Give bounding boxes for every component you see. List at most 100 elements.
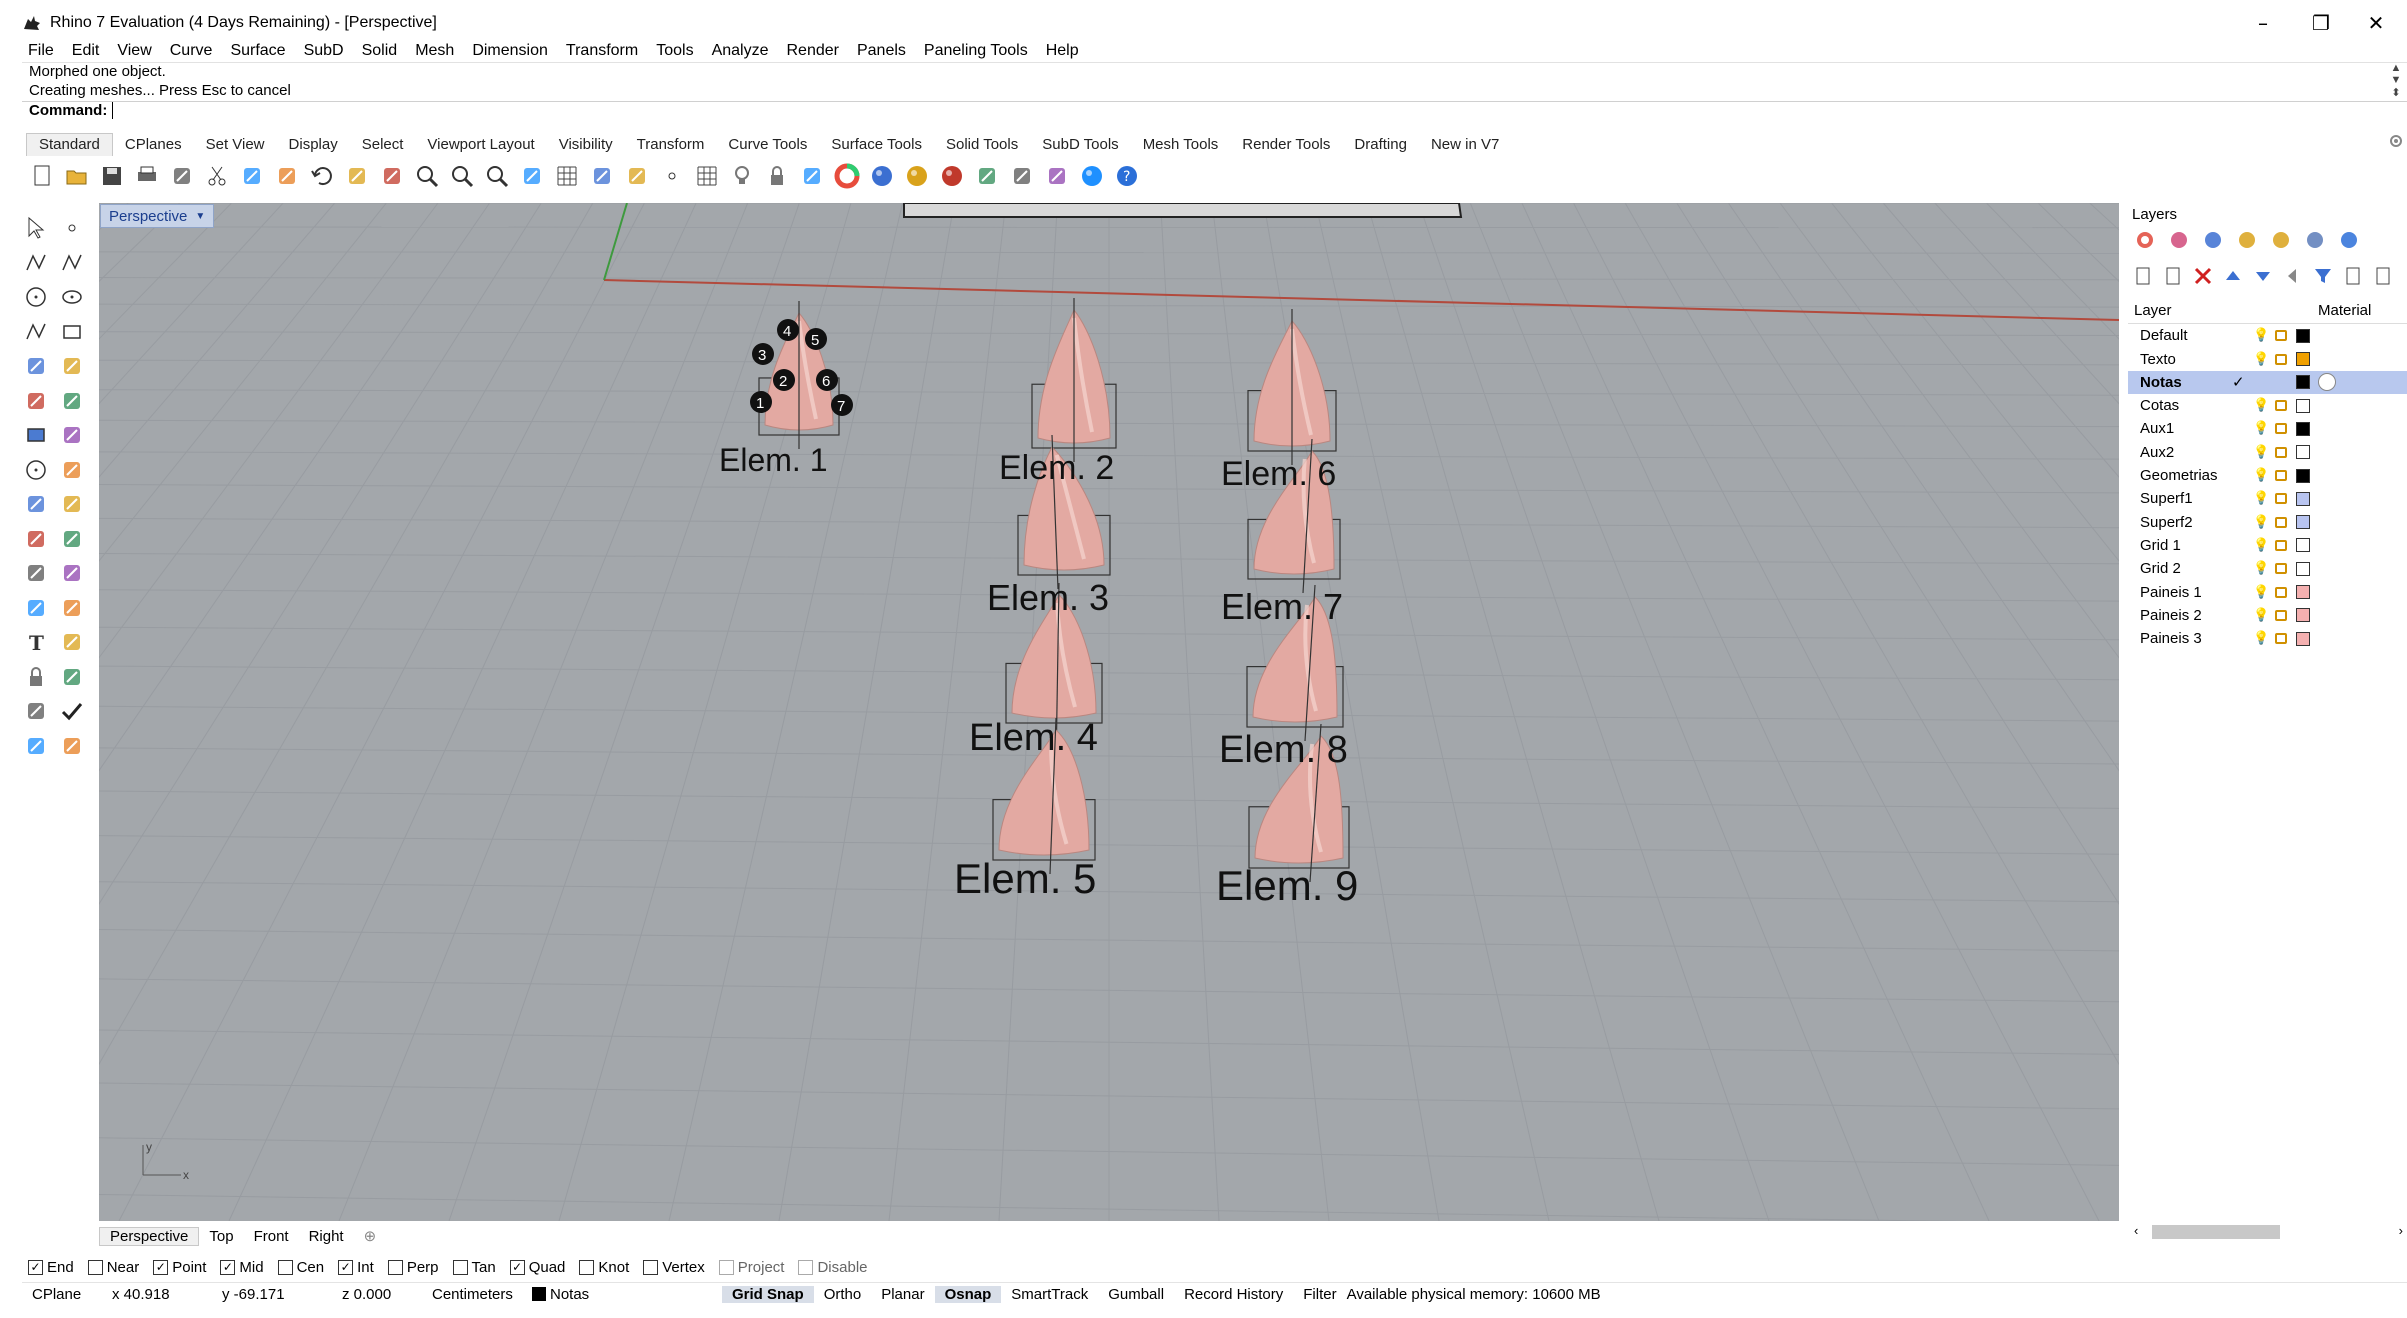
libraries-tab-icon[interactable] (2266, 227, 2296, 253)
save-icon[interactable] (96, 160, 128, 192)
visibility-bulb-icon[interactable]: 💡 (2253, 421, 2269, 436)
layer-row-geometrias[interactable]: Geometrias 💡 (2128, 464, 2407, 488)
visibility-bulb-icon[interactable]: 💡 (2253, 491, 2269, 506)
visibility-bulb-icon[interactable]: 💡 (2253, 468, 2269, 483)
check-icon[interactable] (56, 695, 88, 727)
explode-icon[interactable] (56, 523, 88, 555)
lock-icon[interactable] (2275, 563, 2287, 575)
curve-icon[interactable] (56, 247, 88, 279)
viewport-tab-right[interactable]: Right (299, 1228, 354, 1245)
checkbox[interactable] (87, 1259, 103, 1275)
tools-icon[interactable] (2370, 263, 2396, 289)
menu-file[interactable]: File (28, 42, 54, 60)
cut-icon[interactable] (201, 160, 233, 192)
menu-tools[interactable]: Tools (656, 42, 693, 60)
material-column-label[interactable]: Material (2318, 302, 2371, 319)
menu-view[interactable]: View (117, 42, 151, 60)
tab-surface-tools[interactable]: Surface Tools (819, 134, 934, 156)
layer-row-grid-2[interactable]: Grid 2 💡 (2128, 557, 2407, 581)
layer-color-swatch[interactable] (2296, 515, 2310, 530)
menu-curve[interactable]: Curve (170, 42, 213, 60)
filter-icon[interactable] (2310, 263, 2336, 289)
visibility-bulb-icon[interactable]: 💡 (2253, 328, 2269, 343)
scroll-left-icon[interactable]: ‹ (2134, 1223, 2138, 1238)
checkbox[interactable] (579, 1259, 595, 1275)
visibility-bulb-icon[interactable]: 💡 (2253, 445, 2269, 460)
edge-icon[interactable] (56, 385, 88, 417)
layer-row-aux1[interactable]: Aux1 💡 (2128, 417, 2407, 441)
new-layer-icon[interactable] (2130, 263, 2156, 289)
osnap-knot[interactable]: Knot (579, 1259, 629, 1276)
point-number-marker[interactable]: 2 (773, 369, 795, 391)
help-icon[interactable]: ? (1111, 160, 1143, 192)
layer-color-swatch[interactable] (2296, 561, 2310, 576)
viewport-tab-perspective[interactable]: Perspective (99, 1226, 200, 1246)
properties-tab-icon[interactable] (2232, 227, 2262, 253)
rotate-icon[interactable] (20, 557, 52, 589)
gumball-toggle[interactable]: Gumball (1098, 1286, 1174, 1303)
smarttrack-toggle[interactable]: SmartTrack (1001, 1286, 1098, 1303)
checkbox[interactable] (452, 1259, 468, 1275)
osnap-end[interactable]: ✓ End (28, 1259, 74, 1276)
surface-icon[interactable] (20, 385, 52, 417)
scroll-right-icon[interactable]: › (2399, 1223, 2403, 1238)
cylinder-icon[interactable] (20, 454, 52, 486)
open-icon[interactable] (61, 160, 93, 192)
checkbox[interactable] (277, 1259, 293, 1275)
group-icon[interactable] (56, 661, 88, 693)
layer-row-paineis-3[interactable]: Paineis 3 💡 (2128, 627, 2407, 651)
scale-icon[interactable] (56, 557, 88, 589)
options-icon[interactable] (1006, 160, 1038, 192)
delete-layer-icon[interactable] (2190, 263, 2216, 289)
tools-icon[interactable] (1041, 160, 1073, 192)
osnap-quad[interactable]: ✓ Quad (509, 1259, 565, 1276)
move-out-icon[interactable] (2280, 263, 2306, 289)
rotate-view-icon[interactable] (516, 160, 548, 192)
osnap-disable[interactable]: Disable (798, 1259, 868, 1276)
tab-curve-tools[interactable]: Curve Tools (716, 134, 819, 156)
checkbox[interactable]: ✓ (338, 1259, 354, 1275)
lock-icon[interactable] (2275, 330, 2287, 342)
layer-row-cotas[interactable]: Cotas 💡 (2128, 394, 2407, 418)
command-prompt[interactable]: Command: (22, 101, 2407, 121)
rendered-icon[interactable] (901, 160, 933, 192)
osnap-project[interactable]: Project (718, 1259, 784, 1276)
layer-row-grid-1[interactable]: Grid 1 💡 (2128, 534, 2407, 558)
layer-color-swatch[interactable] (2296, 491, 2310, 506)
layer-row-paineis-1[interactable]: Paineis 1 💡 (2128, 580, 2407, 604)
osnap-toggle[interactable]: Osnap (934, 1286, 1002, 1303)
command-scrollbar[interactable]: ▲ ▼ ⬍ (2387, 62, 2405, 122)
layer-color-swatch[interactable] (2296, 608, 2310, 623)
tab-solid-tools[interactable]: Solid Tools (934, 134, 1030, 156)
tab-display[interactable]: Display (277, 134, 350, 156)
osnap-int[interactable]: ✓ Int (338, 1259, 374, 1276)
tab-select[interactable]: Select (350, 134, 416, 156)
menu-edit[interactable]: Edit (72, 42, 100, 60)
visibility-bulb-icon[interactable]: 💡 (2253, 538, 2269, 553)
zoom-window-icon[interactable] (481, 160, 513, 192)
osnap-mid[interactable]: ✓ Mid (220, 1259, 264, 1276)
viewport-title-tab[interactable]: Perspective ▼ (100, 204, 215, 228)
layer-row-aux2[interactable]: Aux2 💡 (2128, 441, 2407, 465)
light-icon[interactable] (726, 160, 758, 192)
element-shape-6[interactable] (1247, 309, 1337, 465)
menu-subd[interactable]: SubD (304, 42, 344, 60)
lock-icon[interactable] (2275, 539, 2287, 551)
checkbox[interactable]: ✓ (28, 1259, 43, 1275)
menu-panels[interactable]: Panels (857, 42, 906, 60)
layer-row-superf2[interactable]: Superf2 💡 (2128, 510, 2407, 534)
units-indicator[interactable]: Centimeters (422, 1286, 522, 1303)
visibility-bulb-icon[interactable]: 💡 (2253, 585, 2269, 600)
point-number-marker[interactable]: 6 (816, 369, 838, 391)
solid-box-icon[interactable] (20, 419, 52, 451)
pan-icon[interactable] (341, 160, 373, 192)
gear-icon[interactable] (2388, 133, 2404, 149)
lock-icon[interactable] (2275, 470, 2287, 482)
visibility-bulb-icon[interactable]: 💡 (2253, 561, 2269, 576)
lock-icon[interactable] (2275, 586, 2287, 598)
ortho-toggle[interactable]: Ortho (814, 1286, 872, 1303)
move-view-icon[interactable] (376, 160, 408, 192)
checkbox[interactable] (387, 1259, 403, 1275)
tab-new-in-v7[interactable]: New in V7 (1419, 134, 1511, 156)
point-number-marker[interactable]: 4 (777, 319, 799, 341)
